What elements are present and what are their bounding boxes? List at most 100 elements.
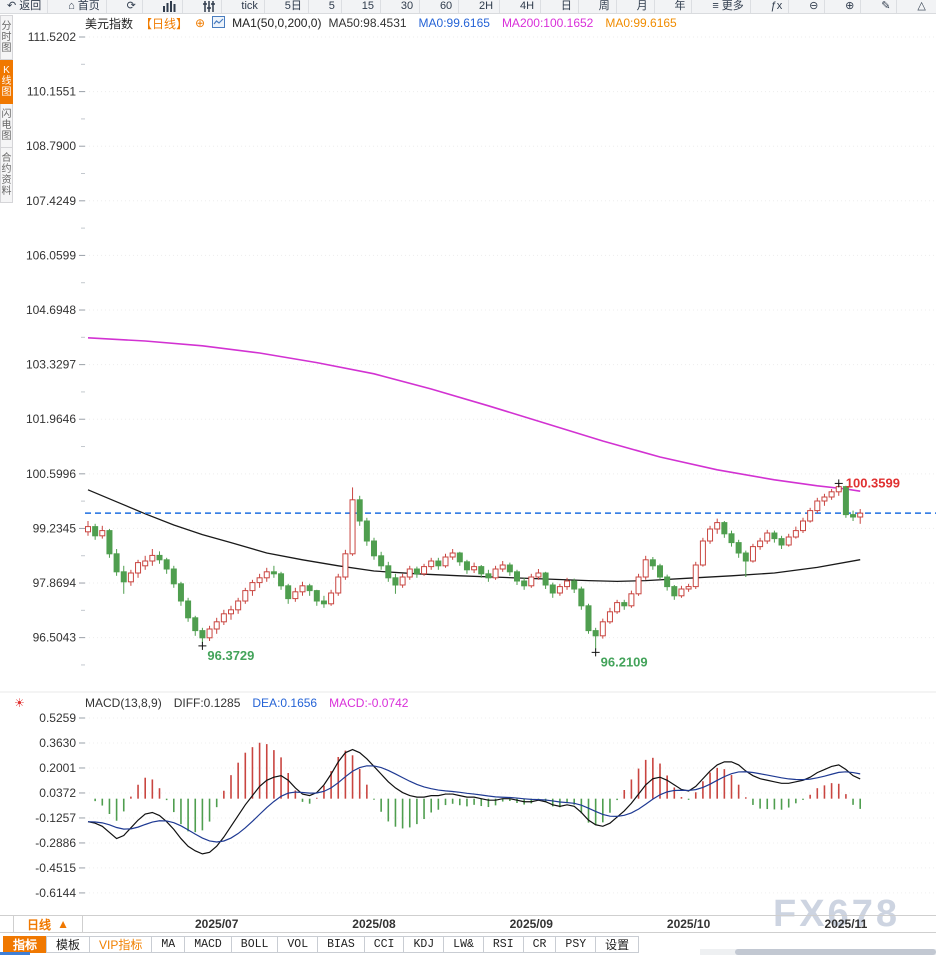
timeframe-tick[interactable]: tick [235,0,265,13]
sidebar-tab-timeshare[interactable]: 分时图 [0,15,13,60]
svg-text:106.0599: 106.0599 [26,248,76,262]
svg-text:-0.2886: -0.2886 [35,836,76,850]
home-button-label: 首页 [78,0,100,13]
tab-macd[interactable]: MACD [184,936,232,953]
timeframe-year[interactable]: 年 [668,0,692,13]
draw-button[interactable]: ✎ [875,0,897,13]
ma-settings-label: MA1(50,0,200,0) [232,16,321,30]
x-tick-2025-07: 2025/07 [195,917,238,931]
pencil-icon: ✎ [881,0,890,13]
svg-text:97.8694: 97.8694 [33,576,77,590]
candlestick-chart[interactable]: 111.5202110.1551108.7900107.4249106.0599… [0,0,936,955]
timeframe-15[interactable]: 15 [356,0,381,13]
top-toolbar: ↶返回 ⌂首页 ⟳ tick 5日 5 15 30 60 2H 4H 日 周 月 年 ≡更多 ƒx ⊖ ⊕ ✎ △ [0,0,936,14]
macd-value-0: MACD(13,8,9) [85,696,162,710]
timeframe-2h[interactable]: 2H [473,0,500,13]
zoom-out-button[interactable]: ⊖ [803,0,825,13]
timeframe-30[interactable]: 30 [395,0,420,13]
tab-boll[interactable]: BOLL [231,936,279,953]
tab-ma[interactable]: MA [151,936,185,953]
timeframe-5d[interactable]: 5日 [279,0,309,13]
timeframe-week[interactable]: 周 [593,0,617,13]
period-label: 【日线】 [140,15,188,32]
refresh-button[interactable]: ⟳ [121,0,143,13]
svg-text:108.7900: 108.7900 [26,139,76,153]
x-tick-2025-11: 2025/11 [825,917,868,931]
svg-text:99.2345: 99.2345 [33,521,77,535]
timeframe-60[interactable]: 60 [434,0,459,13]
x-tick-2025-09: 2025/09 [510,917,553,931]
svg-text:100.3599: 100.3599 [846,475,900,490]
zoom-out-icon: ⊖ [809,0,818,13]
back-button-label: 返回 [19,0,41,13]
menu-icon: ≡ [712,0,718,13]
timeframe-month-label: 月 [637,0,648,13]
home-button[interactable]: ⌂首页 [62,0,107,13]
tab-lwr[interactable]: LW& [443,936,484,953]
svg-text:96.2109: 96.2109 [601,654,648,669]
svg-text:111.5202: 111.5202 [28,30,77,44]
back-arrow-icon: ↶ [7,0,16,13]
timeframe-year-label: 年 [674,0,685,13]
timeframe-5[interactable]: 5 [323,0,342,13]
ma-value-0: MA50:98.4531 [328,16,406,30]
scrollbar-thumb[interactable] [735,949,936,955]
trading-app: ↶返回 ⌂首页 ⟳ tick 5日 5 15 30 60 2H 4H 日 周 月 年 ≡更多 ƒx ⊖ ⊕ ✎ △ 分时… [0,0,936,955]
x-tick-2025-10: 2025/10 [667,917,710,931]
timeframe-4h[interactable]: 4H [514,0,541,13]
horizontal-scrollbar[interactable] [700,949,936,955]
refresh-icon: ⟳ [127,0,136,13]
zoom-in-button[interactable]: ⊕ [839,0,861,13]
tab-rsi[interactable]: RSI [483,936,524,953]
svg-text:101.9646: 101.9646 [26,412,76,426]
timeframe-month[interactable]: 月 [631,0,655,13]
timeframe-week-label: 周 [599,0,610,13]
tab-psy[interactable]: PSY [555,936,596,953]
chart-bars-icon [163,1,176,12]
macd-value-2: DEA:0.1656 [252,696,317,710]
timeframe-5-label: 5 [329,0,335,13]
tab-cr[interactable]: CR [523,936,557,953]
timeframe-5d-label: 5日 [285,0,302,13]
shapes-button[interactable]: △ [911,0,931,13]
x-tick-2025-08: 2025/08 [352,917,395,931]
triangle-icon: △ [917,0,925,13]
timeframe-label: 日线 [27,916,51,933]
tab-kdj[interactable]: KDJ [403,936,444,953]
mini-chart-icon [212,16,225,31]
fx-icon: ƒx [771,0,783,13]
ma-value-2: MA200:100.1652 [502,16,593,30]
ma-value-1: MA0:99.6165 [419,16,490,30]
tab-vip-indicators[interactable]: VIP指标 [89,936,152,953]
sidebar-tab-candlestick[interactable]: K线图 [0,60,13,104]
tab-settings[interactable]: 设置 [595,936,639,953]
timeframe-selector[interactable]: 日线 ▲ [13,916,83,932]
fx-button[interactable]: ƒx [765,0,790,13]
add-indicator-icon[interactable]: ⊕ [195,16,205,30]
tab-indicators[interactable]: 指标 [3,936,47,953]
tab-bias[interactable]: BIAS [317,936,365,953]
timeframe-day-label: 日 [561,0,572,13]
tab-vol[interactable]: VOL [277,936,318,953]
sidebar-tab-contract-info[interactable]: 合约资料 [0,148,13,203]
home-icon: ⌂ [68,0,75,13]
chart-type-sidebar: 分时图K线图闪电图合约资料 [0,15,13,203]
sidebar-tab-lightning[interactable]: 闪电图 [0,104,13,148]
timeframe-30-label: 30 [401,0,413,13]
tab-templates[interactable]: 模板 [46,936,90,953]
zoom-in-icon: ⊕ [845,0,854,13]
indicator-alert-icon[interactable]: ☀ [14,696,25,710]
more-button[interactable]: ≡更多 [706,0,750,13]
svg-text:96.3729: 96.3729 [207,648,254,663]
svg-text:107.4249: 107.4249 [26,194,76,208]
macd-value-1: DIFF:0.1285 [174,696,241,710]
svg-text:-0.6144: -0.6144 [35,886,76,900]
back-button[interactable]: ↶返回 [1,0,48,13]
chart-type-button[interactable] [157,0,183,13]
indicator-settings-button[interactable] [197,0,222,13]
tab-cci[interactable]: CCI [364,936,405,953]
symbol-name: 美元指数 [85,15,133,32]
timeframe-day[interactable]: 日 [555,0,579,13]
timeframe-2h-label: 2H [479,0,493,13]
x-axis-band: 日线 ▲ 2025/07 2025/08 2025/09 2025/10 2025/11 [0,915,936,933]
